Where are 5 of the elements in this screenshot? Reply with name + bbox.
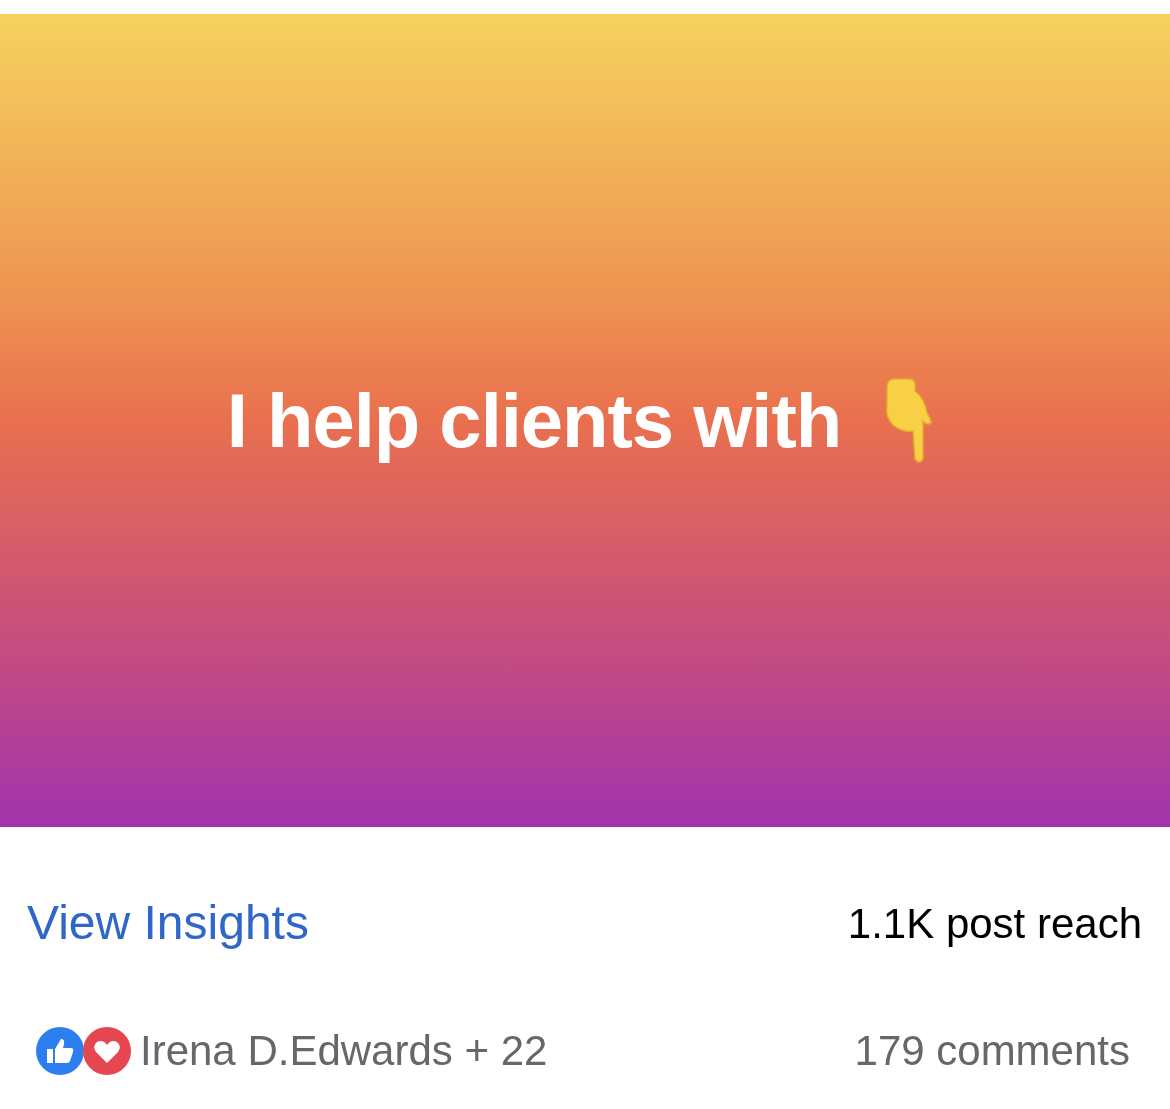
reactions-summary: Irena D.Edwards + 22 bbox=[140, 1026, 548, 1076]
view-insights-link[interactable]: View Insights bbox=[27, 887, 309, 959]
post-reach: 1.1K post reach bbox=[847, 898, 1142, 949]
comments-count: 179 comments bbox=[854, 1026, 1130, 1076]
like-icon bbox=[35, 1025, 85, 1076]
